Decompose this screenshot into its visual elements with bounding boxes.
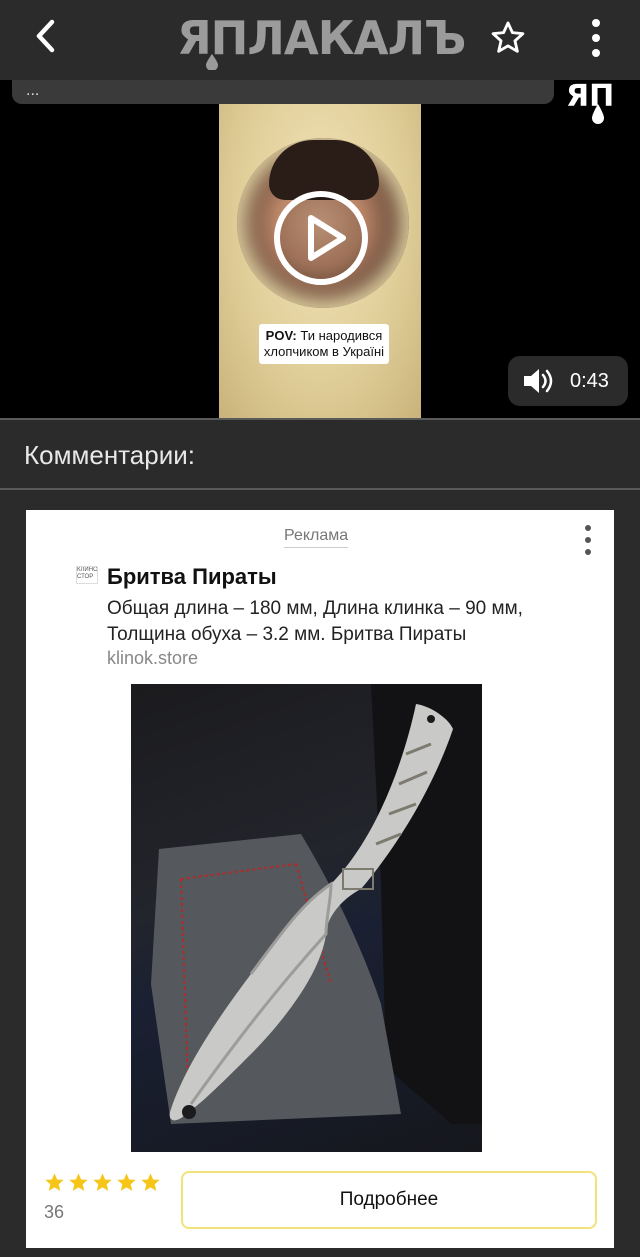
favorite-button[interactable] (484, 14, 532, 62)
ad-domain[interactable]: klinok.store (107, 648, 198, 669)
site-logo[interactable]: ЯПЛАКАЛЪ (176, 10, 466, 70)
video-title-bar[interactable]: ... (12, 80, 554, 104)
star-filled-icon (141, 1173, 160, 1191)
ad-menu-button[interactable] (576, 522, 600, 558)
menu-dot (585, 525, 591, 531)
logo-text: ЯПЛАКАЛЪ (176, 11, 466, 65)
svg-text:ЯП: ЯП (566, 80, 614, 114)
video-duration: 0:43 (570, 370, 609, 392)
watermark-logo-icon: ЯП (566, 80, 614, 124)
ad-favicon: КЛИНОК СТОР (76, 566, 98, 584)
star-filled-icon (117, 1173, 136, 1191)
ad-title[interactable]: Бритва Пираты (107, 564, 277, 590)
more-dot (592, 49, 600, 57)
divider (0, 418, 640, 420)
video-title-text: ... (26, 82, 40, 99)
ad-product-image[interactable] (131, 684, 482, 1152)
back-button[interactable] (24, 14, 68, 58)
star-filled-icon (93, 1173, 112, 1191)
divider (0, 488, 640, 490)
ad-description: Общая длина – 180 мм, Длина клинка – 90 … (107, 598, 523, 645)
ad-rating: 36 (44, 1172, 161, 1222)
video-caption: POV: Ти народився хлопчиком в Україні (259, 324, 389, 364)
more-dot (592, 34, 600, 42)
back-arrow-icon (36, 19, 55, 53)
comments-header: Комментарии: (24, 440, 195, 470)
star-filled-icon (69, 1173, 88, 1191)
ad-label: Реклама (284, 527, 349, 548)
rating-count: 36 (44, 1202, 65, 1222)
details-button[interactable]: Подробнее (181, 1171, 597, 1229)
drop-icon (206, 54, 218, 70)
top-bar: ЯПЛАКАЛЪ (0, 0, 640, 80)
volume-duration-pill[interactable]: 0:43 (508, 356, 628, 406)
play-icon[interactable] (273, 190, 369, 286)
video-player[interactable]: POV: Ти народився хлопчиком в Україні ..… (0, 80, 640, 418)
star-outline-icon (491, 21, 525, 53)
rating-stars (44, 1172, 161, 1193)
volume-icon[interactable] (522, 366, 556, 396)
more-options-button[interactable] (578, 14, 614, 62)
menu-dot (585, 549, 591, 555)
more-dot (592, 19, 600, 27)
star-filled-icon (45, 1173, 64, 1191)
menu-dot (585, 537, 591, 543)
ad-card[interactable]: Реклама КЛИНОК СТОР Бритва Пираты Общая … (26, 510, 614, 1248)
